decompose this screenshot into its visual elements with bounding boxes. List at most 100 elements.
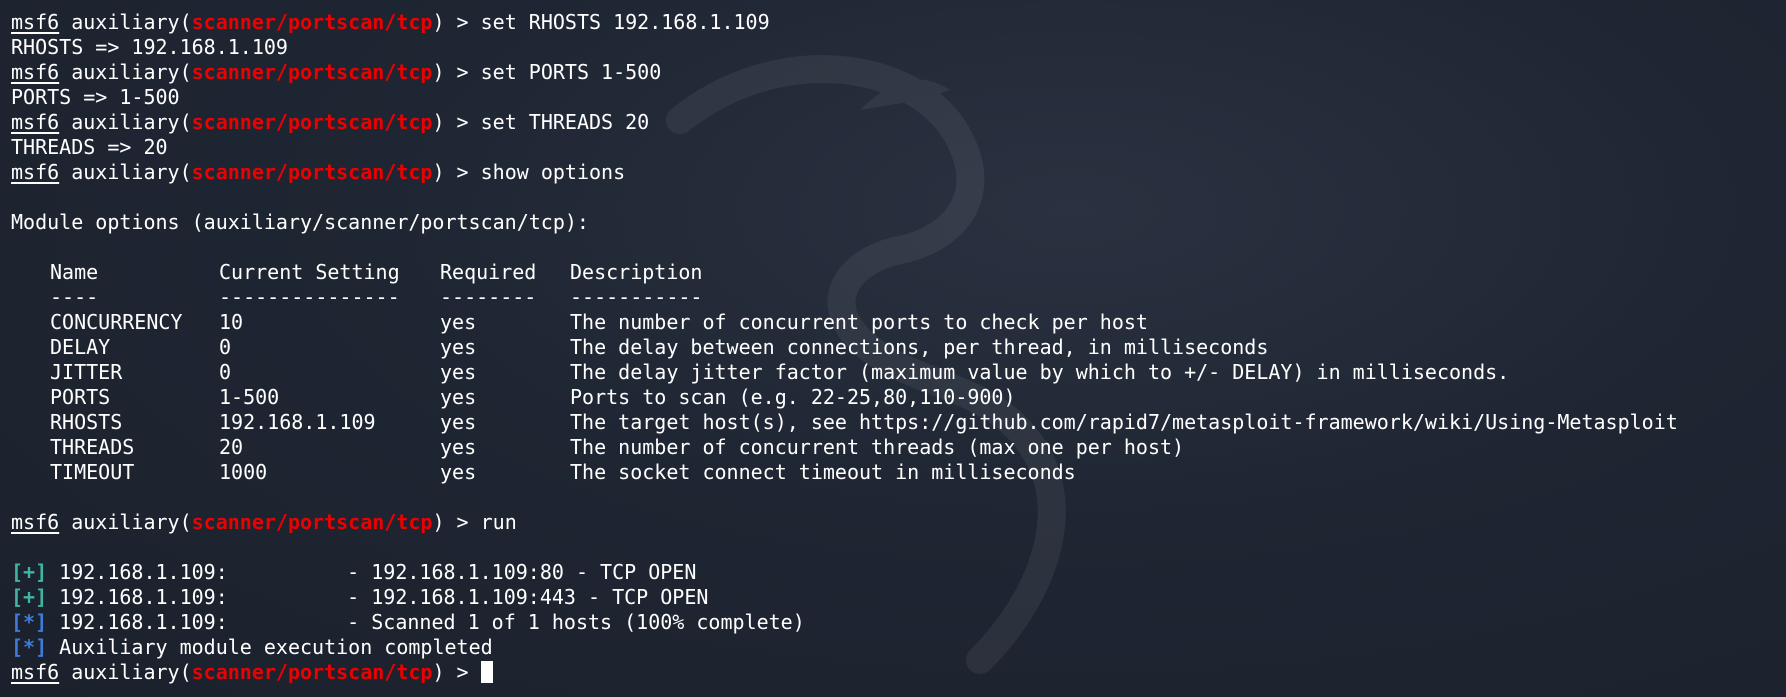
option-setting: 20 [219,435,244,459]
table-row: PORTS 1-500 yes Ports to scan (e.g. 22-25,8… [11,385,1786,410]
result-line: [*] Auxiliary module execution completed [11,635,1786,660]
option-name: THREADS [50,435,135,459]
prompt-line: msf6 auxiliary(scanner/portscan/tcp) > s… [11,160,1786,185]
prompt-suffix: ) > [432,110,481,134]
option-setting: 1-500 [219,385,280,409]
option-required: yes [440,460,477,484]
prompt-app: msf6 [11,160,60,184]
prompt-app: msf6 [11,510,60,534]
active-prompt-line[interactable]: msf6 auxiliary(scanner/portscan/tcp) > [11,660,1786,685]
table-header: Name Current Setting Required Description [11,260,1786,285]
prompt-line: msf6 auxiliary(scanner/portscan/tcp) > s… [11,10,1786,35]
option-required: yes [440,360,477,384]
prompt-app: msf6 [11,60,60,84]
command-output: THREADS => 20 [11,135,168,159]
result-message: - 192.168.1.109:443 - TCP OPEN [347,585,709,609]
status-marker: [*] [11,635,48,659]
prompt-module-path: scanner/portscan/tcp [191,60,433,84]
option-description: The delay jitter factor (maximum value b… [570,360,1510,384]
command-output: RHOSTS => 192.168.1.109 [11,35,288,59]
table-row: TIMEOUT 1000 yes The socket connect timeout… [11,460,1786,485]
option-required: yes [440,335,477,359]
status-marker: [*] [11,610,48,634]
result-host: 192.168.1.109: [59,560,228,584]
underline-required: -------- [440,285,537,309]
prompt-module-type: auxiliary( [71,60,192,84]
option-description: The number of concurrent threads (max on… [570,435,1185,459]
command-output: PORTS => 1-500 [11,85,180,109]
option-setting: 10 [219,310,244,334]
table-row: JITTER 0 yes The delay jitter factor (maxim… [11,360,1786,385]
prompt-suffix: ) > [432,160,481,184]
option-description: The delay between connections, per threa… [570,335,1269,359]
option-description: The target host(s), see https://github.c… [570,410,1678,434]
option-description: The number of concurrent ports to check … [570,310,1148,334]
table-row: DELAY 0 yes The delay between connections, … [11,335,1786,360]
command-text: run [480,510,517,534]
result-message: Auxiliary module execution completed [59,635,493,659]
header-current-setting: Current Setting [219,260,400,284]
result-line: [+] 192.168.1.109: - 192.168.1.109:443 - … [11,585,1786,610]
text-cursor[interactable] [480,661,493,683]
result-host: 192.168.1.109: [59,585,228,609]
option-setting: 0 [219,335,232,359]
option-setting: 192.168.1.109 [219,410,376,434]
prompt-module-path: scanner/portscan/tcp [191,660,433,684]
prompt-suffix: ) > [432,60,481,84]
table-header-underline: ---- --------------- -------- ----------- [11,285,1786,310]
header-required: Required [440,260,537,284]
option-description: The socket connect timeout in millisecon… [570,460,1076,484]
underline-setting: --------------- [219,285,400,309]
prompt-module-path: scanner/portscan/tcp [191,160,433,184]
good-marker: [+] [11,560,48,584]
underline-description: ----------- [570,285,703,309]
options-title: Module options (auxiliary/scanner/portsc… [11,210,589,234]
result-host: 192.168.1.109: [59,610,228,634]
option-required: yes [440,410,477,434]
terminal-output[interactable]: msf6 auxiliary(scanner/portscan/tcp) > s… [11,10,1786,697]
prompt-module-path: scanner/portscan/tcp [191,110,433,134]
prompt-line: msf6 auxiliary(scanner/portscan/tcp) > s… [11,60,1786,85]
prompt-suffix: ) > [432,10,481,34]
options-table: Name Current Setting Required Description -… [11,260,1786,485]
prompt-module-path: scanner/portscan/tcp [191,510,433,534]
prompt-module-type: auxiliary( [71,160,192,184]
option-required: yes [440,310,477,334]
option-name: PORTS [50,385,111,409]
option-required: yes [440,435,477,459]
option-required: yes [440,385,477,409]
result-message: - Scanned 1 of 1 hosts (100% complete) [347,610,805,634]
result-message: - 192.168.1.109:80 - TCP OPEN [347,560,697,584]
table-row: THREADS 20 yes The number of concurrent thr… [11,435,1786,460]
result-line: [+] 192.168.1.109: - 192.168.1.109:80 - T… [11,560,1786,585]
table-row: RHOSTS 192.168.1.109 yes The target host(s)… [11,410,1786,435]
prompt-app: msf6 [11,10,60,34]
header-description: Description [570,260,703,284]
result-line: [*] 192.168.1.109: - Scanned 1 of 1 hosts… [11,610,1786,635]
prompt-suffix: ) > [432,660,481,684]
prompt-suffix: ) > [432,510,481,534]
prompt-line: msf6 auxiliary(scanner/portscan/tcp) > r… [11,510,1786,535]
prompt-module-type: auxiliary( [71,660,192,684]
prompt-module-type: auxiliary( [71,510,192,534]
prompt-module-type: auxiliary( [71,110,192,134]
prompt-module-path: scanner/portscan/tcp [191,10,433,34]
option-name: RHOSTS [50,410,123,434]
option-name: CONCURRENCY [50,310,183,334]
prompt-app: msf6 [11,660,60,684]
command-text: set PORTS 1-500 [480,60,662,84]
option-name: TIMEOUT [50,460,135,484]
prompt-module-type: auxiliary( [71,10,192,34]
option-setting: 1000 [219,460,268,484]
command-text: set THREADS 20 [480,110,650,134]
prompt-line: msf6 auxiliary(scanner/portscan/tcp) > s… [11,110,1786,135]
prompt-app: msf6 [11,110,60,134]
option-description: Ports to scan (e.g. 22-25,80,110-900) [570,385,1016,409]
header-name: Name [50,260,99,284]
good-marker: [+] [11,585,48,609]
option-setting: 0 [219,360,232,384]
